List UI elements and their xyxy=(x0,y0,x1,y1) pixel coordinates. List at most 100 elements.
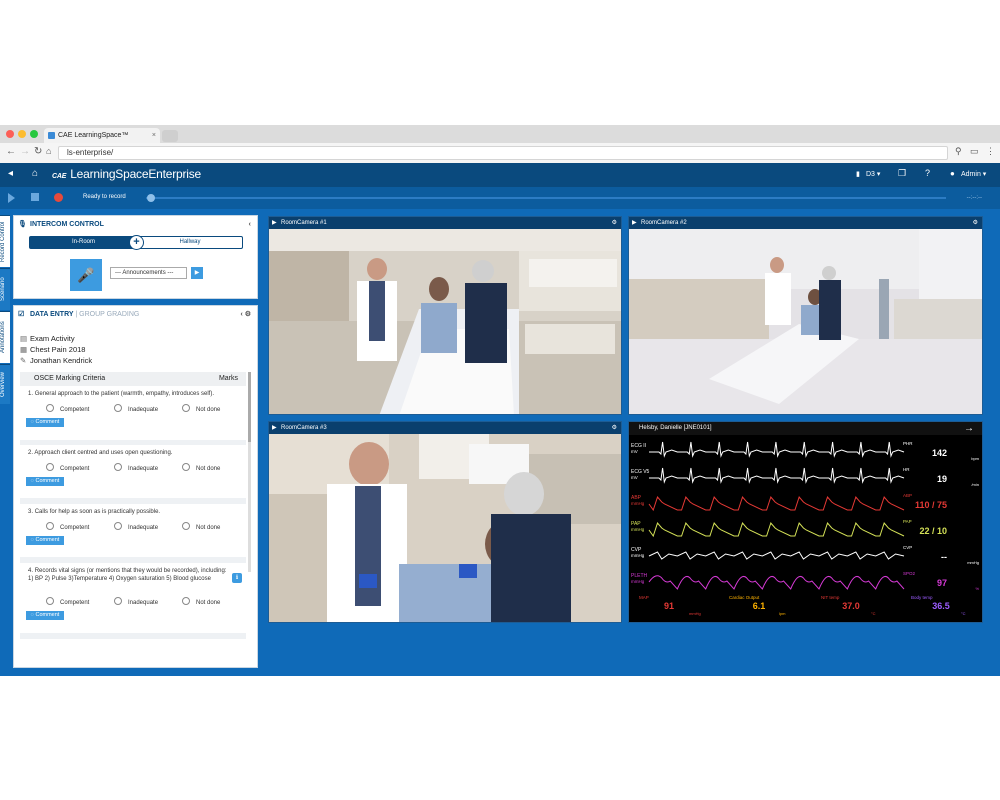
exam-learner-label: Jonathan Kendrick xyxy=(30,356,93,365)
url-text: ls-enterprise/ xyxy=(67,148,114,157)
option-inadequate[interactable]: Inadequate xyxy=(114,522,158,531)
back-icon[interactable]: ← xyxy=(6,146,16,157)
side-tab-overview[interactable]: Overview xyxy=(0,364,10,404)
criteria-text: 2. Approach client centred and uses open… xyxy=(28,450,173,456)
option-competent[interactable]: Competent xyxy=(46,404,89,413)
play-announcement-button[interactable]: ▶ xyxy=(191,267,203,279)
bottom-param-value: 91 xyxy=(664,601,674,611)
option-not-done[interactable]: Not done xyxy=(182,522,220,531)
option-competent[interactable]: Competent xyxy=(46,463,89,472)
camera-feed-2[interactable]: ▶ RoomCamera #2 ⚙ xyxy=(628,216,983,415)
video-icon: ▶ xyxy=(272,425,277,431)
intercom-title: INTERCOM CONTROL xyxy=(30,221,104,228)
data-entry-title: DATA ENTRY xyxy=(30,311,74,318)
announcements-select[interactable]: --- Announcements --- xyxy=(110,267,187,279)
scenario-icon: ▦ xyxy=(20,345,28,354)
camera-settings-icon[interactable]: ⚙ xyxy=(612,217,617,229)
param-tag: SPO2 xyxy=(903,571,916,576)
checkbox-icon: ☑ xyxy=(18,311,25,318)
home-icon[interactable]: ⌂ xyxy=(46,146,51,156)
record-icon[interactable] xyxy=(54,193,63,202)
option-competent[interactable]: Competent xyxy=(46,597,89,606)
side-tab-record-control[interactable]: Record Control xyxy=(0,215,10,267)
side-tab-scenario[interactable]: Scenario xyxy=(0,268,10,310)
browser-tab[interactable]: CAE LearningSpace™ × xyxy=(44,128,160,143)
camera-feed-1[interactable]: ▶ RoomCamera #1 ⚙ xyxy=(268,216,622,415)
room-selector[interactable]: D3 ▾ xyxy=(866,170,880,178)
talk-microphone-button[interactable]: 🎤 xyxy=(70,259,102,291)
bottom-param-value: 36.5 xyxy=(932,601,950,611)
bottom-param-label: Cardiac Output xyxy=(729,595,760,600)
browser-menu-icon[interactable]: ⋮ xyxy=(986,146,995,157)
hallway-button[interactable]: Hallway xyxy=(137,237,243,248)
option-inadequate[interactable]: Inadequate xyxy=(114,404,158,413)
expand-arrow-icon[interactable]: → xyxy=(964,422,974,435)
address-bar[interactable]: ls-enterprise/ xyxy=(58,146,948,160)
reload-icon[interactable]: ↻ xyxy=(34,146,42,157)
bottom-param-label: Body temp xyxy=(911,595,933,600)
timeline-handle[interactable] xyxy=(147,194,155,202)
camera-2-header: ▶ RoomCamera #2 ⚙ xyxy=(629,217,982,229)
bottom-param-value: 6.1 xyxy=(753,601,766,611)
record-status: Ready to record xyxy=(83,194,126,200)
option-not-done[interactable]: Not done xyxy=(182,404,220,413)
camera-feed-3[interactable]: ▶ RoomCamera #3 ⚙ xyxy=(268,421,622,623)
play-icon[interactable] xyxy=(8,193,15,203)
bottom-param-unit: °C xyxy=(961,611,966,616)
waveform-trace xyxy=(648,521,905,538)
side-tab-annotations[interactable]: Annotations xyxy=(0,311,10,363)
marks-label: Marks xyxy=(218,375,238,382)
user-menu[interactable]: Admin ▾ xyxy=(961,170,986,178)
window-controls xyxy=(6,130,38,138)
camera-1-header: ▶ RoomCamera #1 ⚙ xyxy=(269,217,621,229)
option-inadequate[interactable]: Inadequate xyxy=(114,597,158,606)
comment-button[interactable]: ◌ Comment xyxy=(26,536,64,545)
user-icon: ● xyxy=(950,169,955,178)
waveform-trace xyxy=(649,467,905,484)
timeline-track[interactable] xyxy=(146,197,946,199)
option-not-done[interactable]: Not done xyxy=(182,597,220,606)
comment-button[interactable]: ◌ Comment xyxy=(26,418,64,427)
option-competent[interactable]: Competent xyxy=(46,522,89,531)
logo-text: LearningSpaceEnterprise xyxy=(70,167,202,181)
group-grading-tab[interactable]: GROUP GRADING xyxy=(79,311,139,318)
param-value: 110 / 75 xyxy=(915,500,947,510)
collapse-panel-icon[interactable]: ‹ xyxy=(249,216,251,234)
camera-3-video xyxy=(269,434,621,622)
param-tag: ABP xyxy=(903,493,912,498)
add-channel-icon[interactable]: + xyxy=(129,235,144,250)
close-window-dot[interactable] xyxy=(6,130,14,138)
maximize-window-dot[interactable] xyxy=(30,130,38,138)
book-icon[interactable]: ▮ xyxy=(856,170,860,178)
camera-2-title: RoomCamera #2 xyxy=(641,220,687,226)
criteria-text: 4. Records vital signs (or mentions that… xyxy=(28,568,227,582)
info-icon[interactable]: ℹ xyxy=(232,573,242,583)
cast-icon[interactable]: ▭ xyxy=(970,146,979,157)
param-value: -- xyxy=(941,552,947,562)
collapse-icon[interactable]: ◂ xyxy=(8,168,13,179)
window-icon[interactable]: ❐ xyxy=(898,168,906,179)
help-icon[interactable]: ? xyxy=(925,168,930,178)
waveform-trace xyxy=(648,575,905,590)
criteria-text: 3. Calls for help as soon as is practica… xyxy=(28,509,161,515)
option-not-done[interactable]: Not done xyxy=(182,463,220,472)
camera-settings-icon[interactable]: ⚙ xyxy=(973,217,978,229)
wave-sub-label: mmHg xyxy=(631,553,645,558)
comment-button[interactable]: ◌ Comment xyxy=(26,611,64,620)
extension-icon[interactable]: ⚲ xyxy=(955,146,962,157)
panel-controls-icon[interactable]: ‹ ⚙ xyxy=(240,306,251,324)
comment-button[interactable]: ◌ Comment xyxy=(26,477,64,486)
in-room-button[interactable]: In-Room xyxy=(30,237,137,248)
stop-icon[interactable] xyxy=(31,193,39,201)
scrollbar-thumb[interactable] xyxy=(248,372,251,442)
camera-settings-icon[interactable]: ⚙ xyxy=(612,422,617,434)
option-inadequate[interactable]: Inadequate xyxy=(114,463,158,472)
home-nav-icon[interactable]: ⌂ xyxy=(32,168,38,179)
new-tab-button[interactable] xyxy=(162,130,178,142)
minimize-window-dot[interactable] xyxy=(18,130,26,138)
tab-close-icon[interactable]: × xyxy=(152,128,156,143)
exam-scenario-label: Chest Pain 2018 xyxy=(30,345,86,354)
criteria-scrollbar[interactable] xyxy=(248,372,251,572)
criteria-item: 1. General approach to the patient (warm… xyxy=(20,386,246,446)
forward-icon[interactable]: → xyxy=(20,146,30,157)
